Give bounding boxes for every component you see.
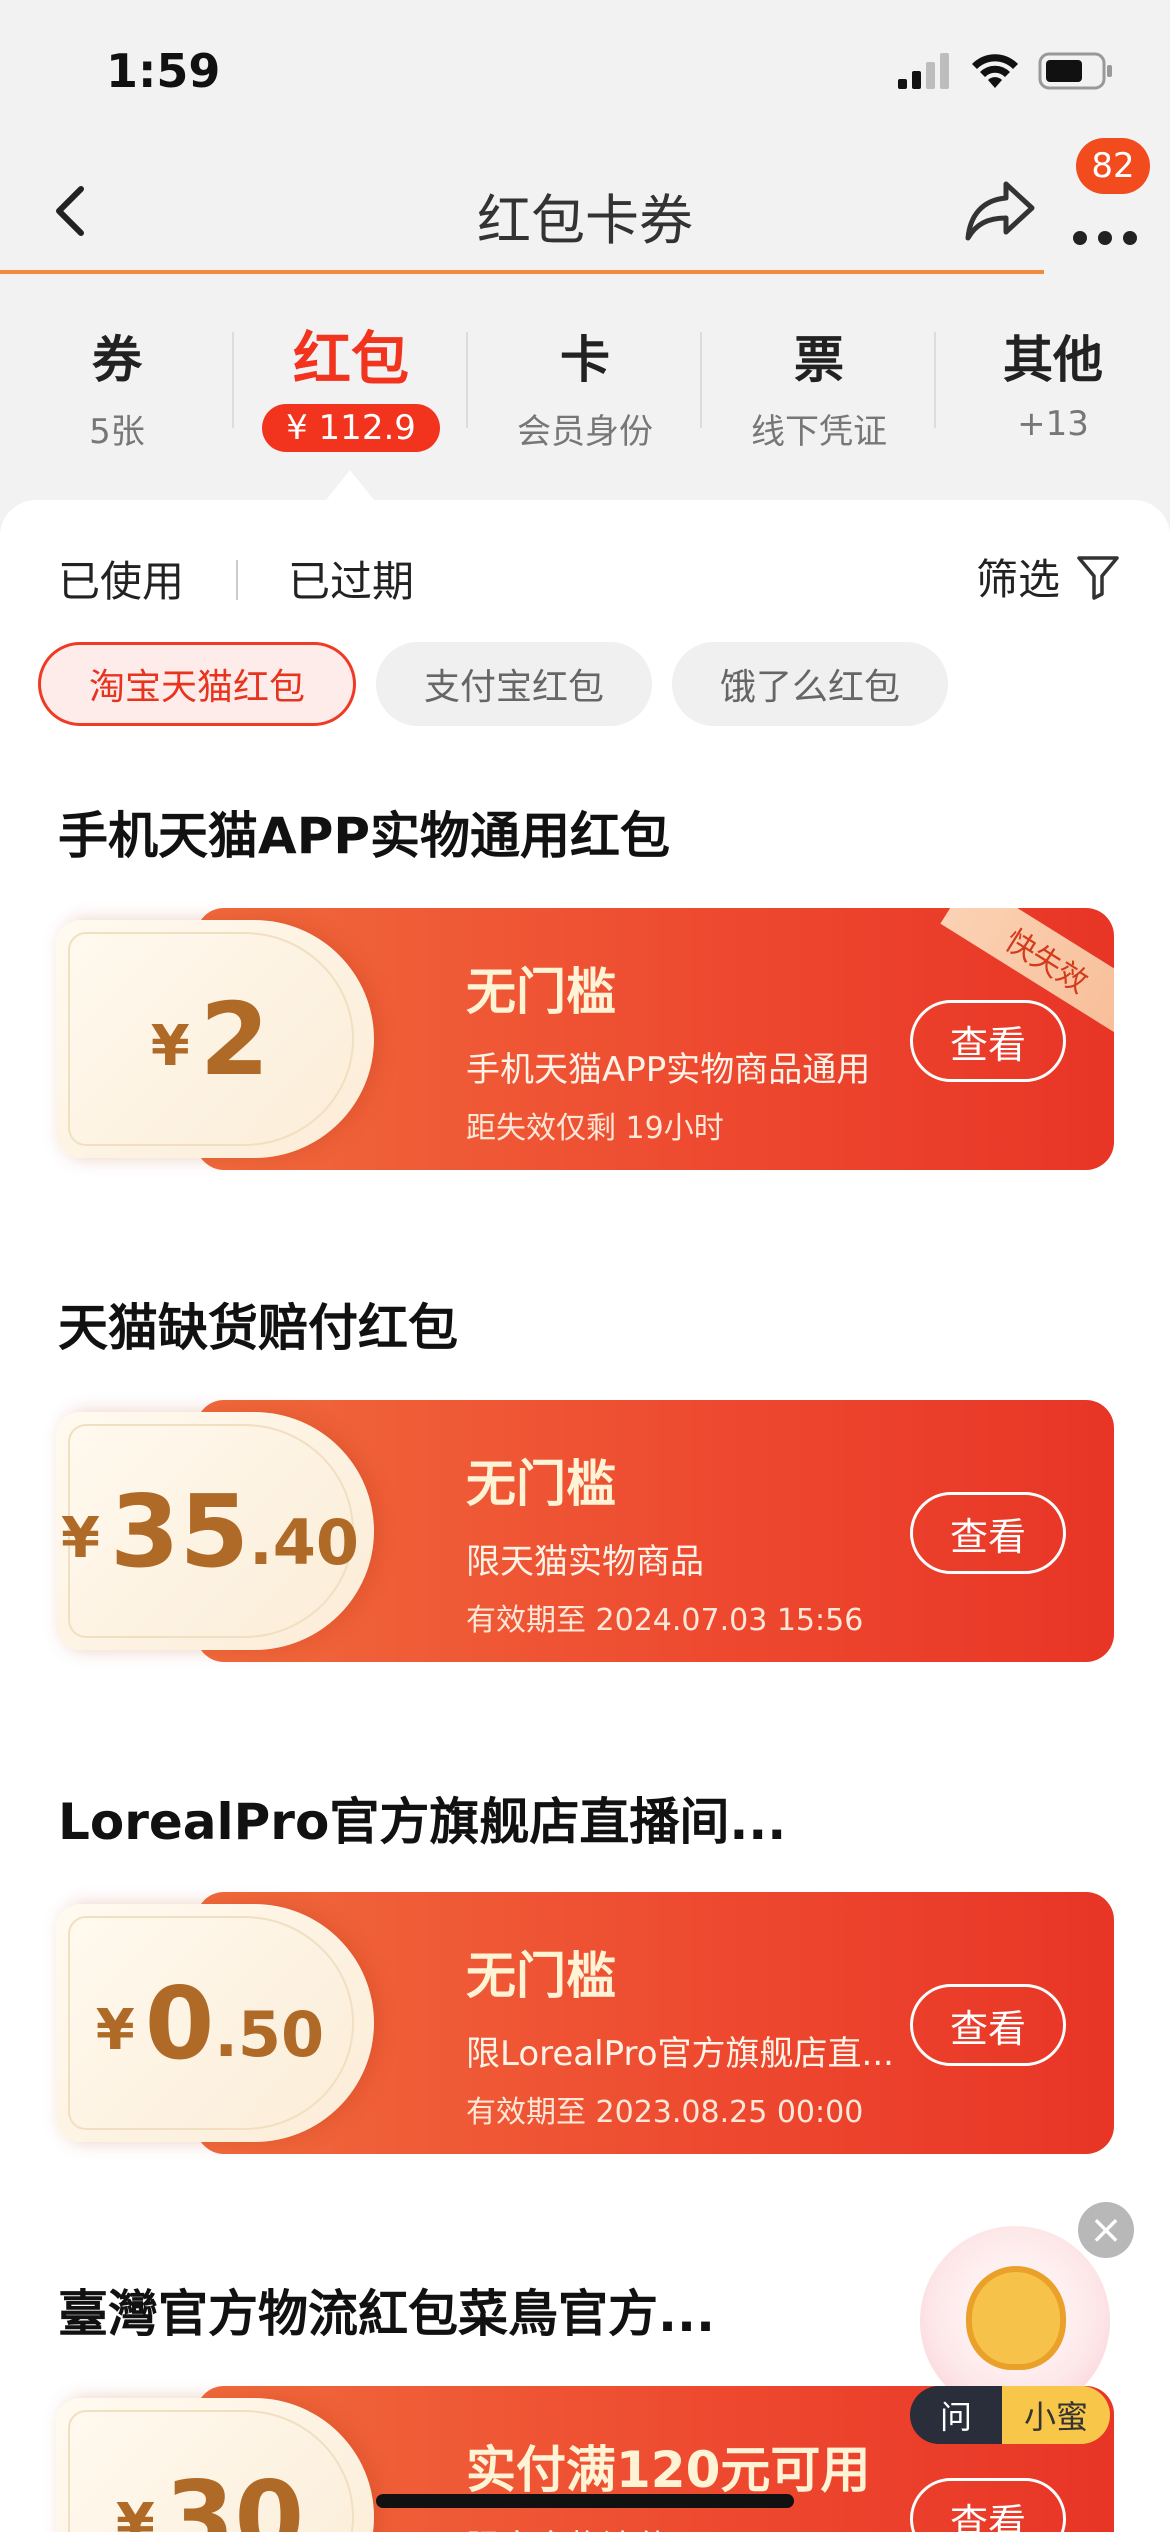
coupon-condition: 无门槛 bbox=[466, 1455, 616, 1513]
tab-others[interactable]: 其他 +13 bbox=[936, 300, 1170, 460]
assistant-label[interactable]: 问 小蜜 bbox=[910, 2386, 1111, 2444]
coupon-expiry: 有效期至 2024.07.03 15:56 bbox=[466, 1603, 864, 1638]
tab-sub: 5张 bbox=[89, 412, 145, 452]
tab-coupons[interactable]: 券 5张 bbox=[0, 300, 234, 460]
view-button[interactable]: 查看 bbox=[910, 1984, 1066, 2066]
coupon-text: 无门槛 手机天猫APP实物商品通用 距失效仅剩 19小时 bbox=[466, 952, 870, 1147]
battery-icon bbox=[1038, 52, 1112, 90]
coupon-text: 无门槛 限LorealPro官方旗舰店直... 有效期至 2023.08.25 … bbox=[466, 1936, 894, 2131]
category-tabs: 券 5张 红包 ¥ 112.9 卡 会员身份 票 线下凭证 其他 +13 bbox=[0, 300, 1170, 460]
home-indicator bbox=[376, 2494, 794, 2508]
coupon-expiry: 有效期至 2023.08.25 00:00 bbox=[466, 2095, 864, 2130]
coupon-card[interactable]: ¥ 0 .50 无门槛 限LorealPro官方旗舰店直... 有效期至 202… bbox=[56, 1892, 1114, 2154]
wifi-icon bbox=[972, 54, 1018, 88]
tab-label: 其他 bbox=[1003, 331, 1103, 389]
coupon-amount-stub: ¥ 0 .50 bbox=[56, 1904, 374, 2142]
assistant-name-label: 小蜜 bbox=[1002, 2386, 1111, 2444]
tab-tickets[interactable]: 票 线下凭证 bbox=[702, 300, 936, 460]
view-button[interactable]: 查看 bbox=[910, 1000, 1066, 1082]
coupon-description: 手机天猫APP实物商品通用 bbox=[466, 1050, 871, 1090]
divider bbox=[236, 560, 238, 600]
share-icon bbox=[965, 181, 1035, 241]
coupon-amount: ¥ 30 bbox=[115, 2458, 305, 2532]
status-icons bbox=[898, 52, 1114, 90]
status-time: 1:59 bbox=[106, 44, 221, 98]
assistant-ask-label: 问 bbox=[910, 2386, 1003, 2444]
coupon-description: 限LorealPro官方旗舰店直... bbox=[466, 2034, 894, 2074]
coupon-description: 限官方物流使用 bbox=[466, 2520, 870, 2532]
coupon-amount-stub: ¥ 35 .40 bbox=[56, 1412, 374, 1650]
active-tab-pointer bbox=[326, 470, 374, 500]
chip-taobao-tmall[interactable]: 淘宝天猫红包 bbox=[38, 642, 357, 726]
tab-amount-badge: ¥ 112.9 bbox=[262, 404, 440, 452]
coupon-condition: 实付满120元可用 bbox=[466, 2441, 871, 2499]
tab-label: 券 bbox=[92, 331, 142, 389]
tab-sub: 线下凭证 bbox=[751, 412, 887, 452]
filter-button[interactable]: 筛选 bbox=[976, 546, 1120, 607]
coupon-text: 实付满120元可用 限官方物流使用 bbox=[466, 2430, 870, 2532]
filter-row: 已使用 已过期 筛选 bbox=[0, 538, 1170, 618]
share-button[interactable] bbox=[962, 176, 1038, 246]
nav-bar: 红包卡券 bbox=[0, 150, 1170, 274]
section-title: LorealPro官方旗舰店直播间... bbox=[58, 1793, 787, 1851]
funnel-icon bbox=[1077, 555, 1119, 600]
view-button[interactable]: 查看 bbox=[910, 2478, 1066, 2532]
coupon-card[interactable]: 快失效 ¥ 2 无门槛 手机天猫APP实物商品通用 距失效仅剩 19小时 查看 bbox=[56, 908, 1114, 1170]
close-icon: × bbox=[1089, 2207, 1123, 2253]
status-bar: 1:59 bbox=[0, 0, 1170, 150]
expired-filter-link[interactable]: 已过期 bbox=[288, 548, 414, 609]
chip-alipay[interactable]: 支付宝红包 bbox=[376, 642, 653, 726]
assistant-close-button[interactable]: × bbox=[1078, 2202, 1134, 2258]
section-title: 天猫缺货赔付红包 bbox=[58, 1299, 458, 1357]
used-filter-link[interactable]: 已使用 bbox=[58, 548, 184, 609]
coupon-amount: ¥ 35 .40 bbox=[61, 1472, 359, 1590]
coupon-condition: 无门槛 bbox=[466, 963, 616, 1021]
coupon-text: 无门槛 限天猫实物商品 有效期至 2024.07.03 15:56 bbox=[466, 1444, 863, 1639]
tab-label: 红包 bbox=[292, 325, 409, 393]
tab-sub: +13 bbox=[1017, 404, 1089, 444]
view-button[interactable]: 查看 bbox=[910, 1492, 1066, 1574]
filter-label: 筛选 bbox=[975, 555, 1060, 604]
more-dots-icon bbox=[1073, 231, 1137, 245]
section-title: 手机天猫APP实物通用红包 bbox=[58, 807, 670, 865]
notification-badge: 82 bbox=[1076, 138, 1150, 194]
tab-label: 卡 bbox=[560, 331, 610, 389]
coupon-expiry: 距失效仅剩 19小时 bbox=[466, 1111, 724, 1146]
coupon-amount: ¥ 0 .50 bbox=[95, 1964, 325, 2082]
coupon-amount: ¥ 2 bbox=[150, 980, 270, 1098]
signal-icon bbox=[898, 53, 949, 89]
tab-label: 票 bbox=[794, 331, 844, 389]
tab-red-packets[interactable]: 红包 ¥ 112.9 bbox=[234, 300, 468, 460]
tab-cards[interactable]: 卡 会员身份 bbox=[468, 300, 702, 460]
more-button[interactable] bbox=[1068, 188, 1142, 248]
chip-eleme[interactable]: 饿了么红包 bbox=[672, 642, 949, 726]
coupon-card[interactable]: ¥ 35 .40 无门槛 限天猫实物商品 有效期至 2024.07.03 15:… bbox=[56, 1400, 1114, 1662]
coupon-description: 限天猫实物商品 bbox=[466, 1542, 704, 1582]
coupon-amount-stub: ¥ 2 bbox=[56, 920, 374, 1158]
coupon-amount-stub: ¥ 30 bbox=[56, 2398, 374, 2532]
assistant-mascot-icon bbox=[966, 2266, 1066, 2370]
section-title: 臺灣官方物流紅包菜鳥官方... bbox=[58, 2285, 715, 2343]
chip-group: 淘宝天猫红包 支付宝红包 饿了么红包 bbox=[38, 642, 949, 726]
coupon-condition: 无门槛 bbox=[466, 1947, 616, 2005]
nav-progress-line bbox=[0, 270, 1044, 274]
tab-sub: 会员身份 bbox=[517, 412, 653, 452]
